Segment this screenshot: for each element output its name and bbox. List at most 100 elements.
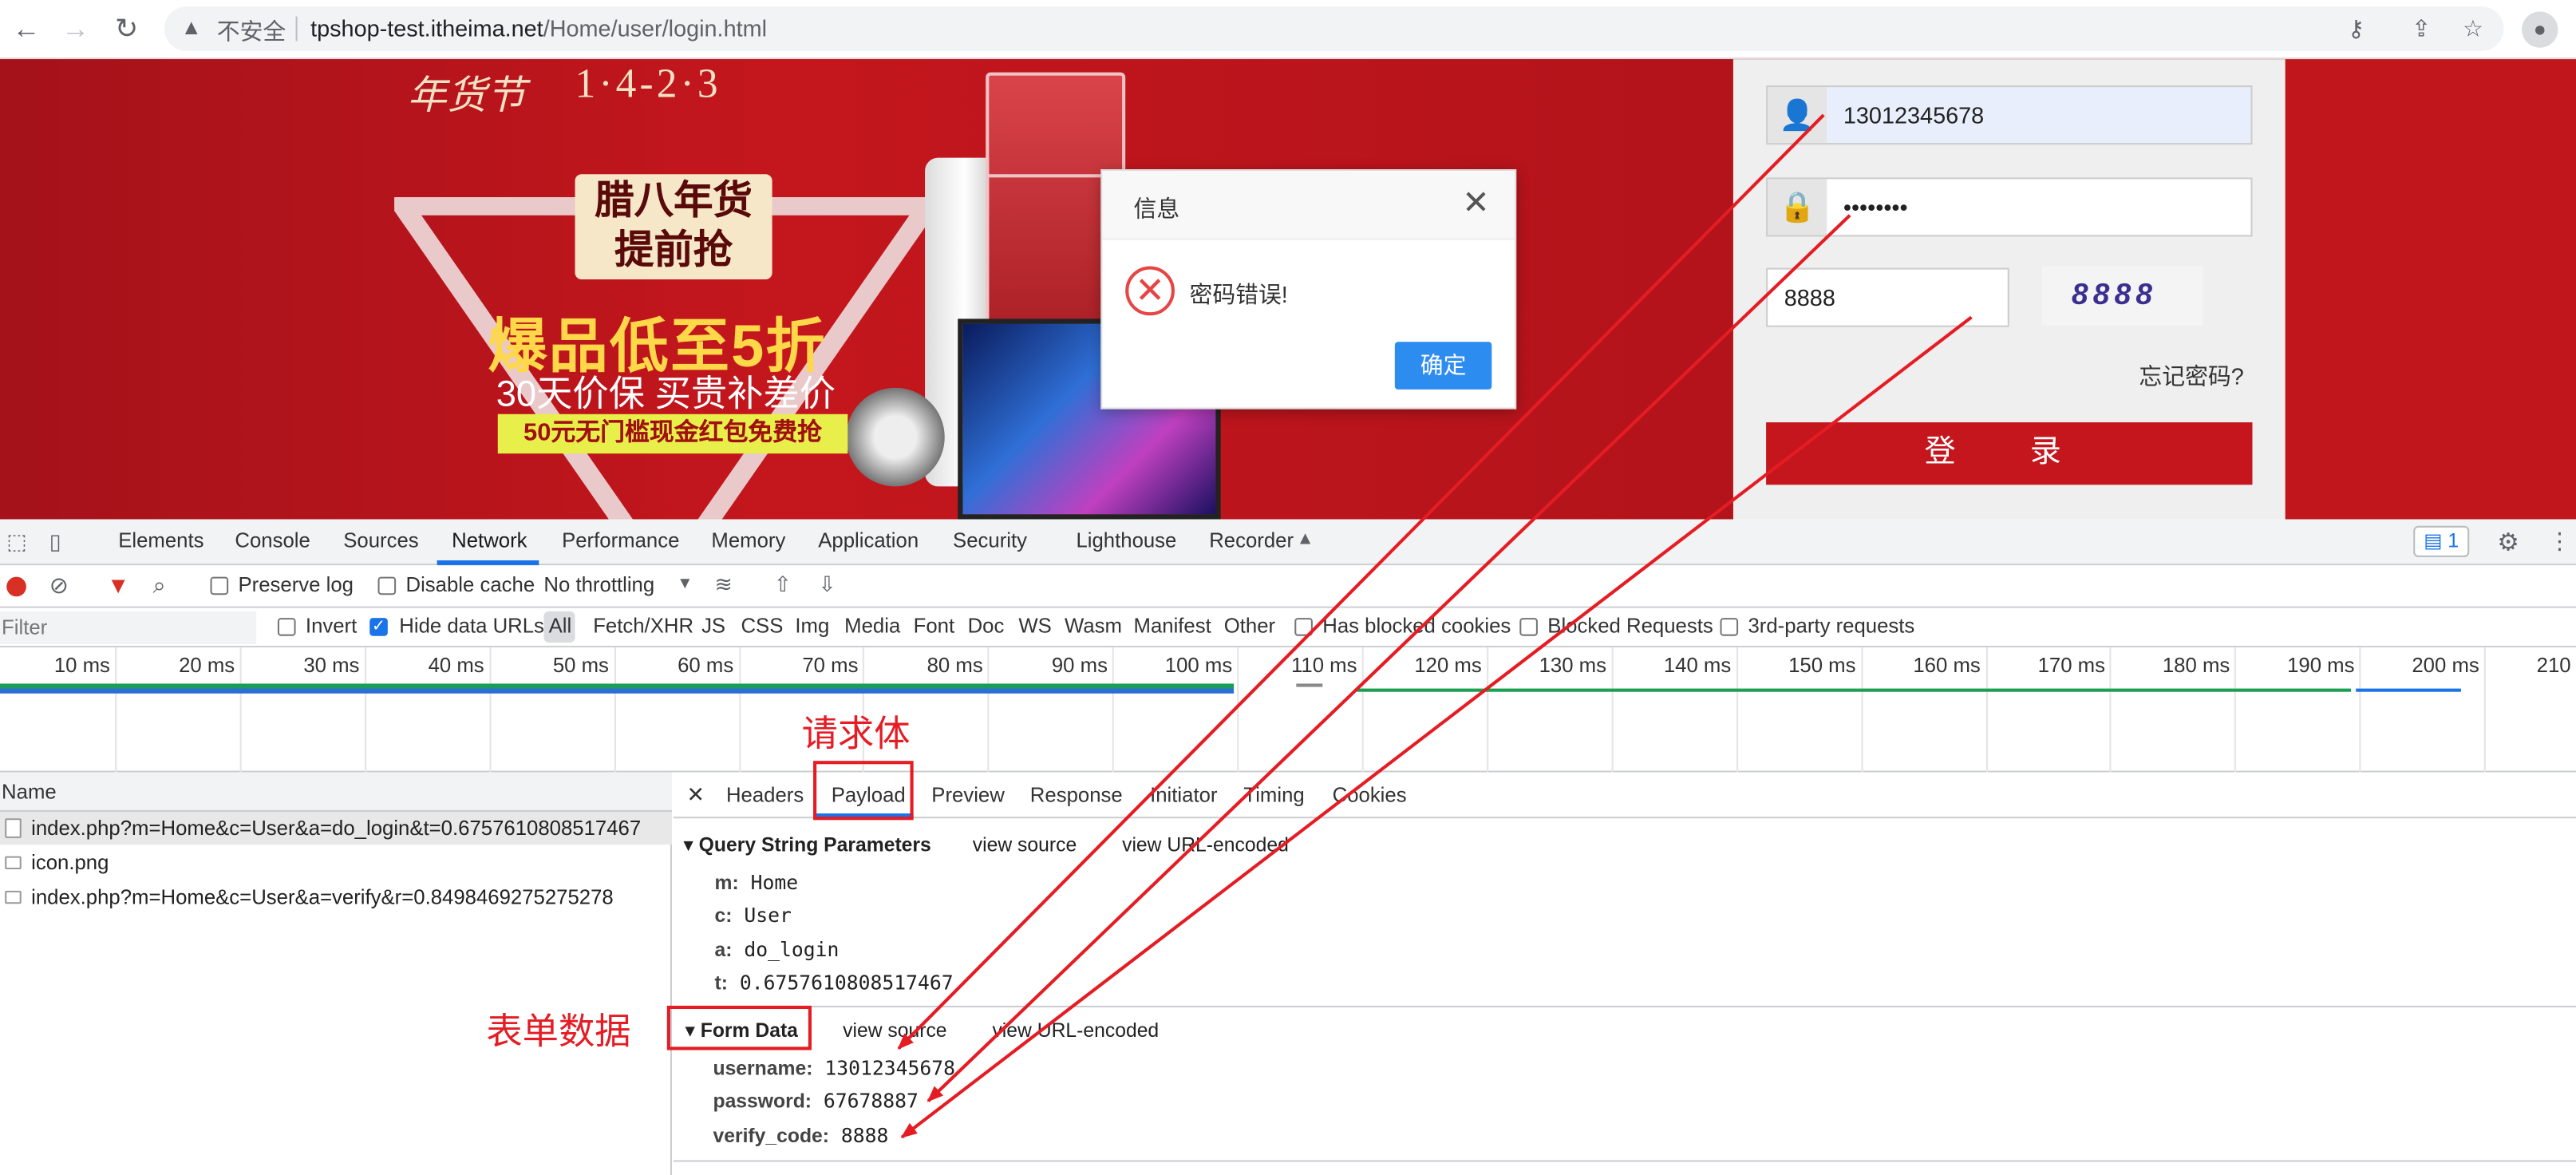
preserve-log-checkbox[interactable] bbox=[210, 576, 229, 595]
tab-console[interactable]: Console bbox=[235, 529, 310, 552]
close-detail-icon[interactable]: ✕ bbox=[687, 782, 705, 809]
tab-sources[interactable]: Sources bbox=[343, 529, 418, 552]
gear-icon[interactable]: ⚙ bbox=[2497, 528, 2519, 557]
device-toolbar-icon[interactable]: ▯ bbox=[49, 529, 61, 556]
timeline-tick-label: 140 ms bbox=[1663, 654, 1732, 678]
type-media[interactable]: Media bbox=[844, 615, 900, 638]
type-fetch-xhr[interactable]: Fetch/XHR bbox=[593, 615, 693, 638]
type-js[interactable]: JS bbox=[701, 615, 725, 638]
reload-icon[interactable]: ↻ bbox=[110, 13, 143, 45]
tab-application[interactable]: Application bbox=[818, 529, 919, 552]
timeline-tick-label: 60 ms bbox=[678, 654, 734, 678]
tab-timing[interactable]: Timing bbox=[1243, 784, 1304, 807]
query-view-source-link[interactable]: view source bbox=[973, 833, 1077, 857]
tab-response[interactable]: Response bbox=[1030, 784, 1123, 807]
import-har-icon[interactable]: ⇧ bbox=[774, 572, 792, 598]
clear-icon[interactable]: ⊘ bbox=[49, 572, 69, 599]
blocked-cookies-checkbox[interactable] bbox=[1294, 618, 1313, 636]
tab-cookies[interactable]: Cookies bbox=[1333, 784, 1407, 807]
key-icon[interactable]: ⚷ bbox=[2348, 15, 2365, 43]
network-conditions-icon[interactable]: ≋ bbox=[715, 572, 733, 598]
timeline-gridline bbox=[239, 647, 242, 773]
more-menu-icon[interactable]: ⋮ bbox=[2548, 528, 2571, 556]
timeline-gridline bbox=[2234, 647, 2237, 773]
timeline-tick-label: 180 ms bbox=[2162, 654, 2230, 678]
tab-lighthouse[interactable]: Lighthouse bbox=[1076, 529, 1176, 552]
type-manifest[interactable]: Manifest bbox=[1134, 615, 1211, 638]
tab-preview[interactable]: Preview bbox=[931, 784, 1005, 807]
tab-initiator[interactable]: Initiator bbox=[1150, 784, 1217, 807]
captcha-image[interactable]: 8888 bbox=[2041, 266, 2203, 326]
lock-icon: 🔒 bbox=[1768, 179, 1827, 235]
tab-performance[interactable]: Performance bbox=[562, 529, 679, 552]
chevron-down-icon[interactable]: ▼ bbox=[677, 576, 693, 594]
tab-security[interactable]: Security bbox=[953, 529, 1027, 552]
type-other[interactable]: Other bbox=[1224, 615, 1275, 638]
tab-network[interactable]: Network bbox=[452, 529, 527, 552]
search-icon[interactable]: ⌕ bbox=[152, 572, 165, 599]
timeline-tick-label: 210 ms bbox=[2536, 654, 2576, 678]
login-button[interactable]: 登 录 bbox=[1766, 422, 2253, 485]
image-icon bbox=[5, 890, 22, 904]
name-column-header[interactable]: Name bbox=[0, 772, 673, 812]
tab-recorder[interactable]: Recorder bbox=[1209, 529, 1294, 552]
throttling-select[interactable]: No throttling bbox=[543, 573, 654, 596]
type-img[interactable]: Img bbox=[795, 615, 829, 638]
forward-icon[interactable]: → bbox=[59, 13, 92, 45]
invert-checkbox[interactable] bbox=[277, 618, 296, 636]
profile-avatar-icon[interactable]: ● bbox=[2522, 11, 2558, 48]
request-row-verify[interactable]: index.php?m=Home&c=User&a=verify&r=0.849… bbox=[0, 880, 672, 913]
form-view-url-encoded-link[interactable]: view URL-encoded bbox=[992, 1019, 1159, 1042]
record-icon[interactable] bbox=[6, 576, 26, 597]
confirm-button[interactable]: 确定 bbox=[1394, 342, 1492, 390]
insecure-label: 不安全 bbox=[216, 18, 286, 45]
password-field[interactable]: 🔒 •••••••• bbox=[1766, 177, 2253, 237]
filter-icon[interactable]: ▼ bbox=[107, 572, 130, 598]
export-har-icon[interactable]: ⇩ bbox=[818, 572, 836, 598]
tab-headers[interactable]: Headers bbox=[726, 784, 804, 807]
request-row-do-login[interactable]: index.php?m=Home&c=User&a=do_login&t=0.6… bbox=[0, 811, 673, 845]
type-all[interactable]: All bbox=[549, 615, 572, 638]
type-ws[interactable]: WS bbox=[1018, 615, 1051, 638]
param-value: do_login bbox=[744, 938, 840, 962]
request-row-icon[interactable]: icon.png bbox=[0, 846, 672, 879]
type-doc[interactable]: Doc bbox=[968, 615, 1005, 638]
param-value: 13012345678 bbox=[824, 1056, 955, 1080]
username-field[interactable]: 👤 13012345678 bbox=[1766, 85, 2253, 145]
type-css[interactable]: CSS bbox=[741, 615, 783, 638]
messages-badge[interactable]: ▤ 1 bbox=[2413, 525, 2470, 557]
form-data-annotation: 表单数据 bbox=[486, 1011, 631, 1052]
type-wasm[interactable]: Wasm bbox=[1065, 615, 1122, 638]
disable-cache-checkbox[interactable] bbox=[377, 576, 397, 595]
close-icon[interactable]: ✕ bbox=[1462, 188, 1490, 220]
address-bar[interactable]: ▲ 不安全 tpshop-test.itheima.net/Home/user/… bbox=[164, 6, 2504, 51]
type-font[interactable]: Font bbox=[914, 615, 954, 638]
network-overview-timeline[interactable]: 10 ms 20 ms 30 ms 40 ms 50 ms 60 ms 70 ms 80 ms… bbox=[0, 647, 2576, 773]
timeline-bar-blue bbox=[2356, 688, 2461, 692]
tab-elements[interactable]: Elements bbox=[118, 529, 203, 552]
hide-data-urls-checkbox[interactable]: ✓ bbox=[369, 618, 388, 636]
form-view-source-link[interactable]: view source bbox=[843, 1019, 946, 1042]
timeline-tick-label: 90 ms bbox=[1051, 654, 1108, 678]
query-view-url-encoded-link[interactable]: view URL-encoded bbox=[1122, 833, 1289, 857]
forgot-password-link[interactable]: 忘记密码? bbox=[2139, 360, 2243, 393]
third-party-checkbox[interactable] bbox=[1720, 618, 1739, 636]
timeline-gridline bbox=[2110, 647, 2112, 773]
param-key: t: bbox=[714, 971, 729, 995]
url-text[interactable]: tpshop-test.itheima.net/Home/user/login.… bbox=[310, 15, 767, 42]
request-body-annotation: 请求体 bbox=[801, 713, 911, 754]
network-filter-bar: Filter Invert ✓ Hide data URLs All Fetch… bbox=[0, 607, 2576, 648]
star-icon[interactable]: ☆ bbox=[2463, 15, 2483, 43]
inspect-element-icon[interactable]: ⬚ bbox=[6, 529, 26, 556]
verify-code-field[interactable]: 8888 bbox=[1766, 267, 2009, 327]
tab-memory[interactable]: Memory bbox=[711, 529, 785, 552]
timeline-gridline bbox=[1486, 647, 1488, 773]
query-section-toggle[interactable]: ▾ Query String Parameters bbox=[683, 833, 930, 857]
blocked-requests-checkbox[interactable] bbox=[1519, 618, 1538, 636]
timeline-bar-main bbox=[0, 683, 1235, 694]
timeline-tick-label: 170 ms bbox=[2037, 654, 2105, 678]
filter-input[interactable]: Filter bbox=[0, 611, 257, 645]
share-icon[interactable]: ⇪ bbox=[2412, 15, 2431, 43]
invert-label: Invert bbox=[305, 614, 358, 638]
back-icon[interactable]: ← bbox=[10, 13, 42, 45]
